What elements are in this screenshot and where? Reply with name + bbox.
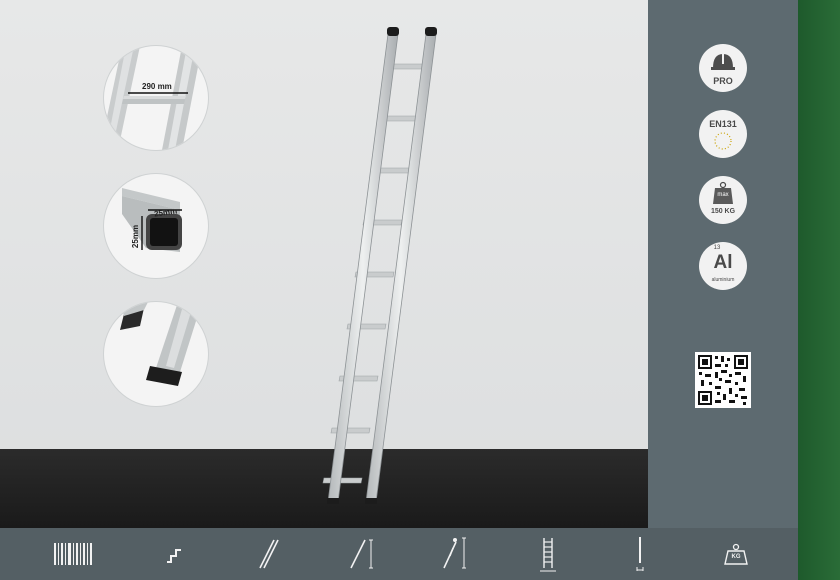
weight-icon bbox=[713, 181, 733, 204]
brand-strip bbox=[798, 0, 840, 580]
working-height-icon[interactable] bbox=[436, 534, 476, 574]
max-load-badge: max 150 KG bbox=[699, 176, 747, 224]
max-load-label: max bbox=[717, 192, 729, 198]
length-icon[interactable] bbox=[620, 534, 660, 574]
weight-unit-label: KG bbox=[731, 554, 741, 560]
steps-icon[interactable] bbox=[155, 534, 195, 574]
product-photo-area: 290 mm 25mm 25mm bbox=[0, 0, 648, 528]
ladder-height-icon[interactable] bbox=[343, 534, 383, 574]
feet-detail bbox=[104, 302, 208, 406]
weight-kg-icon[interactable]: KG bbox=[716, 534, 756, 574]
aluminium-badge: 13 Al aluminium bbox=[699, 242, 747, 290]
pro-label: PRO bbox=[713, 76, 733, 86]
element-symbol: Al bbox=[713, 252, 733, 273]
rung-width-label: 290 mm bbox=[142, 82, 172, 91]
max-load-value: 150 KG bbox=[710, 208, 736, 215]
element-name: aluminium bbox=[711, 277, 735, 283]
profile-height-label: 25mm bbox=[131, 224, 141, 249]
ladder-image bbox=[322, 27, 437, 504]
profile-detail: 25mm 25mm bbox=[104, 174, 208, 278]
barcode-icon[interactable] bbox=[53, 534, 93, 574]
single-section-icon[interactable] bbox=[248, 534, 288, 574]
eu-stars-icon bbox=[714, 132, 732, 150]
specs-icon-bar bbox=[0, 528, 798, 580]
rung-width-detail: 290 mm bbox=[104, 46, 208, 150]
rungs-count-icon[interactable] bbox=[528, 534, 568, 574]
en131-badge: EN131 bbox=[699, 110, 747, 158]
qr-code[interactable] bbox=[695, 352, 751, 408]
pro-badge: PRO bbox=[699, 44, 747, 92]
element-number: 13 bbox=[713, 245, 721, 251]
